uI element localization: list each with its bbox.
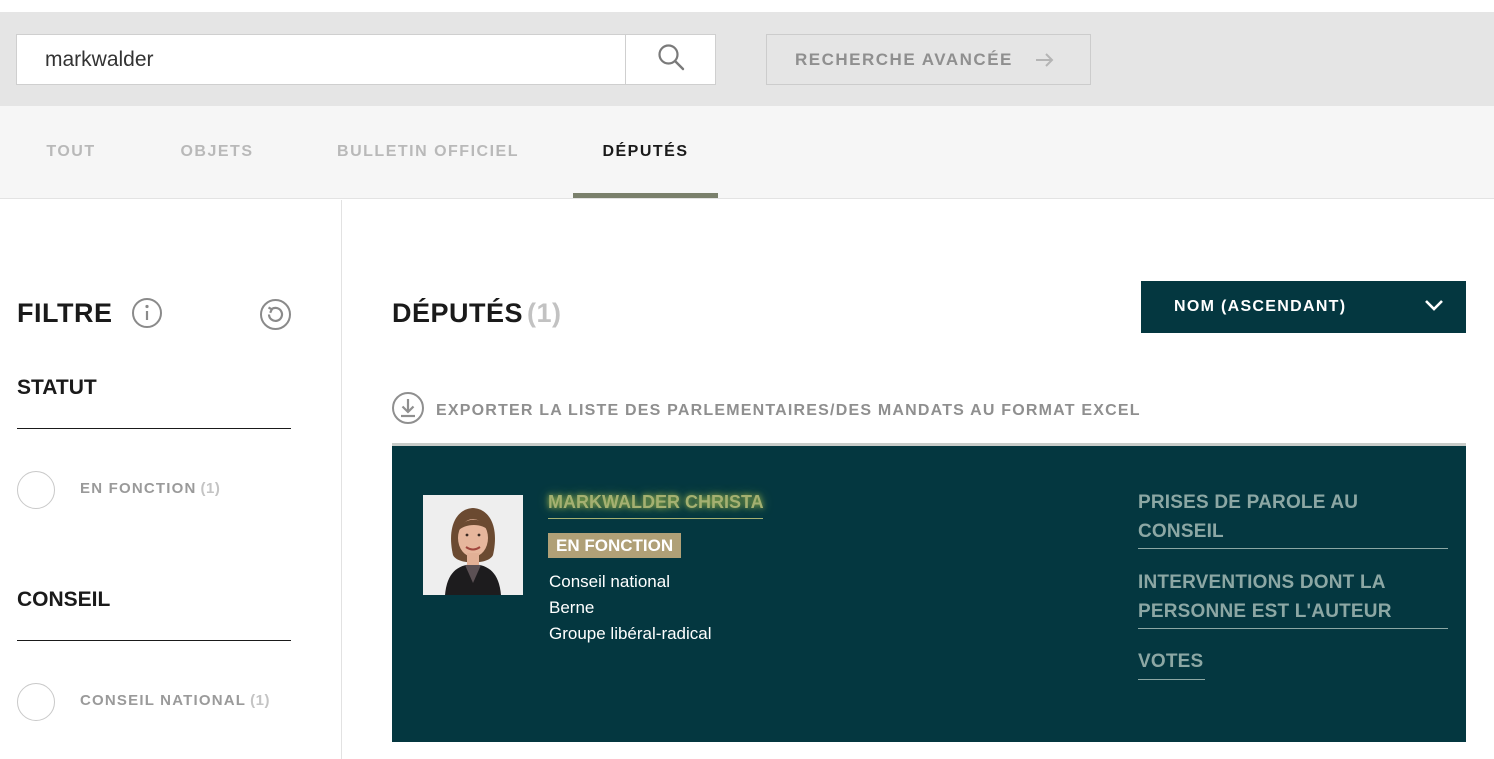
filter-option-conseil-national[interactable]: CONSEIL NATIONAL (1) xyxy=(80,692,270,709)
link-speeches-line2: CONSEIL xyxy=(1138,521,1224,542)
sidebar-divider xyxy=(341,200,342,759)
active-tab-indicator xyxy=(573,193,718,198)
filter-option-label: EN FONCTION xyxy=(80,480,197,497)
page-title: DÉPUTÉS (1) xyxy=(392,298,562,329)
deputy-name-link[interactable]: MARKWALDER CHRISTA xyxy=(548,492,764,513)
deputy-card: MARKWALDER CHRISTA EN FONCTION Conseil n… xyxy=(392,446,1466,742)
filter-option-en-fonction[interactable]: EN FONCTION (1) xyxy=(80,480,220,497)
link-interventions-line2: PERSONNE EST L'AUTEUR xyxy=(1138,601,1392,622)
status-badge: EN FONCTION xyxy=(548,533,682,558)
radio-conseil-national[interactable] xyxy=(17,683,55,721)
tab-bulletin-officiel[interactable]: BULLETIN OFFICIEL xyxy=(318,106,538,198)
reset-icon[interactable] xyxy=(259,298,292,336)
download-icon xyxy=(391,391,425,430)
divider xyxy=(17,428,291,429)
result-tabs: TOUT OBJETS BULLETIN OFFICIEL DÉPUTÉS xyxy=(0,106,1494,199)
search-icon xyxy=(657,43,685,76)
sort-selected-value: NOM (ASCENDANT) xyxy=(1174,298,1347,315)
tab-tout[interactable]: TOUT xyxy=(17,106,125,198)
deputy-name-underline xyxy=(548,518,763,519)
tab-objets[interactable]: OBJETS xyxy=(160,106,274,198)
chevron-down-icon xyxy=(1424,298,1444,317)
deputy-group: Groupe libéral-radical xyxy=(549,624,712,643)
arrow-right-icon xyxy=(1035,52,1055,68)
link-speeches-line1: PRISES DE PAROLE AU xyxy=(1138,492,1359,513)
top-strip xyxy=(0,0,1494,12)
filter-section-statut: STATUT xyxy=(17,376,97,399)
filter-section-conseil: CONSEIL xyxy=(17,588,111,611)
advanced-search-button[interactable]: RECHERCHE AVANCÉE xyxy=(766,34,1091,85)
filter-option-count: (1) xyxy=(250,692,270,709)
info-icon[interactable] xyxy=(131,297,163,334)
divider xyxy=(1138,628,1448,629)
deputy-photo xyxy=(423,495,523,595)
filter-option-label: CONSEIL NATIONAL xyxy=(80,692,247,709)
search-button[interactable] xyxy=(625,35,715,84)
link-interventions-line1: INTERVENTIONS DONT LA xyxy=(1138,572,1386,593)
result-count: (1) xyxy=(527,298,562,328)
page-title-label: DÉPUTÉS xyxy=(392,298,524,328)
divider xyxy=(1138,548,1448,549)
divider xyxy=(1138,679,1205,680)
link-votes[interactable]: VOTES xyxy=(1138,647,1203,676)
search-box xyxy=(16,34,716,85)
radio-en-fonction[interactable] xyxy=(17,471,55,509)
link-interventions[interactable]: INTERVENTIONS DONT LA PERSONNE EST L'AUT… xyxy=(1138,568,1392,626)
link-speeches[interactable]: PRISES DE PAROLE AU CONSEIL xyxy=(1138,488,1358,546)
search-bar: RECHERCHE AVANCÉE xyxy=(0,12,1494,106)
search-input[interactable] xyxy=(17,35,625,84)
filter-title: FILTRE xyxy=(17,298,113,328)
sort-dropdown[interactable]: NOM (ASCENDANT) xyxy=(1141,281,1466,333)
export-label: EXPORTER LA LISTE DES PARLEMENTAIRES/DES… xyxy=(436,401,1141,419)
deputy-canton: Berne xyxy=(549,598,595,617)
tab-deputes[interactable]: DÉPUTÉS xyxy=(573,106,718,198)
divider xyxy=(17,640,291,641)
advanced-search-label: RECHERCHE AVANCÉE xyxy=(795,49,1013,69)
export-excel-link[interactable]: EXPORTER LA LISTE DES PARLEMENTAIRES/DES… xyxy=(391,391,1141,430)
filter-option-count: (1) xyxy=(200,480,221,497)
deputy-council: Conseil national xyxy=(549,572,670,591)
